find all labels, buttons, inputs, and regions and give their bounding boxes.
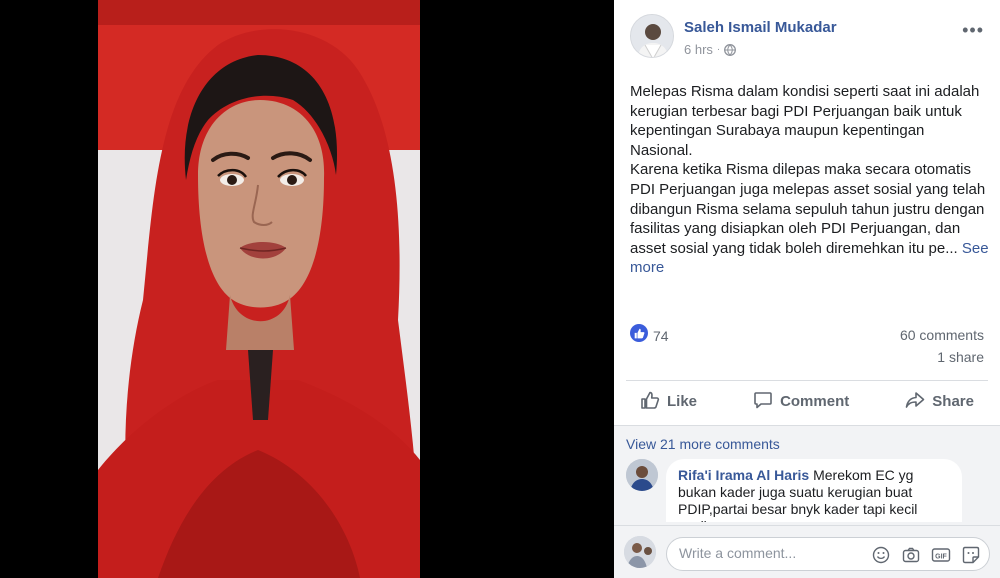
photo-viewer <box>0 0 614 578</box>
post-panel: Saleh Ismail Mukadar 6 hrs · ••• Melepas… <box>614 0 1000 578</box>
globe-icon <box>724 43 737 56</box>
comment-author[interactable]: Rifa'i Irama Al Haris <box>678 467 809 483</box>
current-user-avatar <box>624 536 656 568</box>
like-label: Like <box>667 393 698 410</box>
gif-icon[interactable]: GIF <box>931 545 951 565</box>
comment-input-wrapper: GIF <box>666 537 990 571</box>
commenter-avatar[interactable] <box>626 459 658 491</box>
separator-dot: · <box>716 44 721 55</box>
post-meta: 6 hrs · <box>684 42 737 57</box>
like-reaction-icon[interactable] <box>630 324 648 342</box>
emoji-icon[interactable] <box>871 545 891 565</box>
post-photo[interactable] <box>98 0 420 578</box>
comment-bubble: Rifa'i Irama Al Haris Merekom EC yg buka… <box>666 459 962 522</box>
post-body: Melepas Risma dalam kondisi seperti saat… <box>630 82 990 278</box>
composer-icons: GIF <box>871 545 981 565</box>
share-label: Share <box>932 393 974 410</box>
camera-icon[interactable] <box>901 545 921 565</box>
shares-count[interactable]: 1 share <box>937 349 984 365</box>
comment-composer: GIF <box>614 525 1000 578</box>
author-avatar[interactable] <box>630 14 674 58</box>
view-more-comments-link[interactable]: View 21 more comments <box>626 436 780 452</box>
sticker-icon[interactable] <box>961 545 981 565</box>
post-time[interactable]: 6 hrs <box>684 42 713 57</box>
post-stats: 74 60 comments 1 share <box>630 322 984 372</box>
like-count[interactable]: 74 <box>653 328 669 344</box>
share-button[interactable]: Share <box>897 384 982 420</box>
portrait-illustration <box>98 0 420 578</box>
post-actions: Like Comment Share <box>626 380 988 422</box>
post-header: Saleh Ismail Mukadar 6 hrs · ••• <box>614 0 1000 70</box>
share-icon <box>905 390 925 414</box>
comment-button[interactable]: Comment <box>745 384 857 420</box>
like-button[interactable]: Like <box>632 384 705 420</box>
comment-icon <box>753 390 773 414</box>
comment-label: Comment <box>780 393 850 410</box>
post-text: Melepas Risma dalam kondisi seperti saat… <box>630 83 986 257</box>
comment-input[interactable] <box>679 545 859 561</box>
author-name[interactable]: Saleh Ismail Mukadar <box>684 19 837 36</box>
like-icon <box>640 390 660 414</box>
more-icon[interactable]: ••• <box>962 20 984 41</box>
svg-text:GIF: GIF <box>935 553 947 560</box>
comments-count[interactable]: 60 comments <box>900 327 984 343</box>
